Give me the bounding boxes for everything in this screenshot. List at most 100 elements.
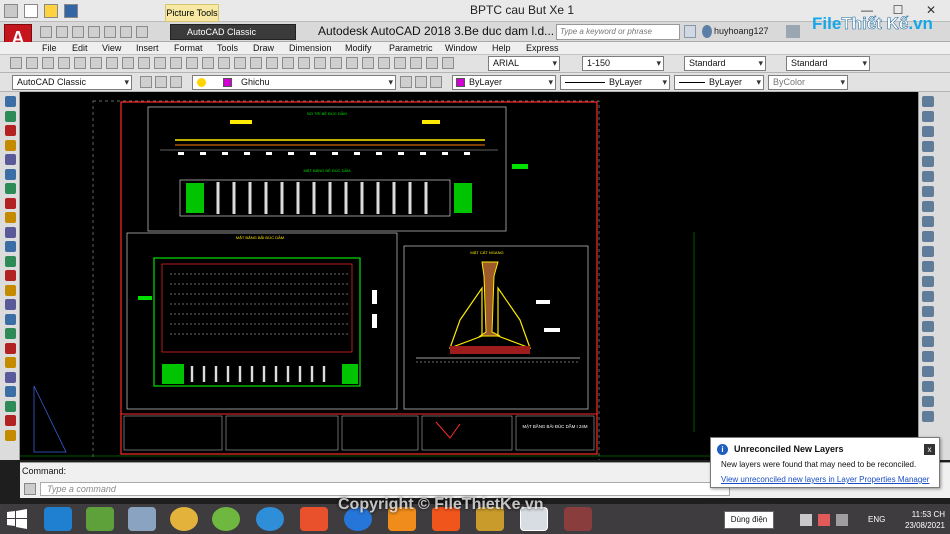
workspace-combo[interactable]: AutoCAD Classic	[12, 75, 132, 90]
toolbar-button-icon[interactable]	[186, 57, 198, 69]
draw-tool-icon[interactable]	[5, 255, 16, 267]
modify-tool-icon[interactable]	[922, 261, 934, 272]
tray-network-icon[interactable]	[800, 514, 812, 526]
draw-tool-icon[interactable]	[5, 168, 16, 180]
layer-select[interactable]: Ghichu	[192, 75, 396, 90]
tray-speaker-icon[interactable]	[836, 514, 848, 526]
toolbar-button-icon[interactable]	[394, 57, 406, 69]
draw-tool-icon[interactable]	[5, 342, 16, 354]
toolbar-button-icon[interactable]	[170, 57, 182, 69]
draw-tool-icon[interactable]	[5, 400, 16, 412]
foxit-icon[interactable]	[300, 507, 328, 531]
drawing-canvas[interactable]: BỐ TRÍ BỆ ĐÚC DẦM MẶT BẰNG BỆ ĐÚC DẦM MẶ…	[20, 92, 918, 464]
toolbar-button-icon[interactable]	[202, 57, 214, 69]
draw-tool-icon[interactable]	[5, 226, 16, 238]
search-icon[interactable]	[684, 25, 696, 38]
user-name[interactable]: huyhoang127	[714, 26, 769, 36]
toolbar-button-icon[interactable]	[330, 57, 342, 69]
new-icon[interactable]	[40, 26, 52, 38]
toolbar-button-icon[interactable]	[282, 57, 294, 69]
draw-tool-icon[interactable]	[5, 429, 16, 441]
draw-tool-icon[interactable]	[5, 125, 16, 136]
ie-icon[interactable]	[44, 507, 72, 531]
toolbar-button-icon[interactable]	[138, 57, 150, 69]
modify-tool-icon[interactable]	[922, 351, 934, 362]
text-style-select[interactable]: ARIAL	[488, 56, 560, 71]
new-file-icon[interactable]	[24, 4, 38, 18]
notification-link[interactable]: View unreconciled new layers in Layer Pr…	[721, 475, 929, 484]
toolbar-button-icon[interactable]	[58, 57, 70, 69]
menu-dimension[interactable]: Dimension	[289, 42, 332, 55]
draw-tool-icon[interactable]	[5, 154, 16, 165]
toolbar-button-icon[interactable]	[122, 57, 134, 69]
menu-draw[interactable]: Draw	[253, 42, 274, 55]
linetype-select[interactable]: ByLayer	[560, 75, 670, 90]
menu-file[interactable]: File	[42, 42, 57, 55]
modify-tool-icon[interactable]	[922, 156, 934, 167]
draw-tool-icon[interactable]	[5, 96, 16, 107]
teamviewer-icon[interactable]	[256, 507, 284, 531]
toolbar-button-icon[interactable]	[410, 57, 422, 69]
notification-close-button[interactable]: x	[924, 444, 935, 455]
tray-date[interactable]: 23/08/2021	[897, 521, 945, 530]
toolbar-button-icon[interactable]	[90, 57, 102, 69]
annotation-scale-select[interactable]: 1-150	[582, 56, 664, 71]
toolbar-button-icon[interactable]	[218, 57, 230, 69]
make-current-icon[interactable]	[400, 76, 412, 88]
cart-icon[interactable]	[786, 25, 800, 38]
modify-tool-icon[interactable]	[922, 396, 934, 407]
dimension-style-select[interactable]: Standard	[684, 56, 766, 71]
toolbar-button-icon[interactable]	[266, 57, 278, 69]
quick-access-icon[interactable]	[4, 4, 18, 18]
toolbar-button-icon[interactable]	[154, 57, 166, 69]
menu-format[interactable]: Format	[174, 42, 203, 55]
draw-tool-icon[interactable]	[5, 415, 16, 426]
toolbar-button-icon[interactable]	[10, 57, 22, 69]
menu-tools[interactable]: Tools	[217, 42, 238, 55]
save-icon[interactable]	[64, 4, 78, 18]
draw-tool-icon[interactable]	[5, 270, 16, 281]
toolbar-button-icon[interactable]	[106, 57, 118, 69]
draw-tool-icon[interactable]	[5, 328, 16, 339]
coccoc-icon[interactable]	[212, 507, 240, 531]
layer-state-icon[interactable]	[155, 76, 167, 88]
toolbar-button-icon[interactable]	[314, 57, 326, 69]
modify-tool-icon[interactable]	[922, 306, 934, 317]
menu-edit[interactable]: Edit	[72, 42, 88, 55]
command-history-icon[interactable]	[24, 483, 36, 495]
open-folder-icon[interactable]	[44, 4, 58, 18]
modify-tool-icon[interactable]	[922, 381, 934, 392]
toolbar-button-icon[interactable]	[234, 57, 246, 69]
modify-tool-icon[interactable]	[922, 291, 934, 302]
menu-insert[interactable]: Insert	[136, 42, 159, 55]
draw-tool-icon[interactable]	[5, 183, 16, 194]
toolbar-button-icon[interactable]	[426, 57, 438, 69]
color-select[interactable]: ByLayer	[452, 75, 556, 90]
draw-tool-icon[interactable]	[5, 313, 16, 325]
draw-tool-icon[interactable]	[5, 299, 16, 310]
modify-tool-icon[interactable]	[922, 231, 934, 242]
draw-tool-icon[interactable]	[5, 241, 16, 252]
menu-parametric[interactable]: Parametric	[389, 42, 433, 55]
save-icon[interactable]	[72, 26, 84, 38]
search-input[interactable]: Type a keyword or phrase	[556, 24, 680, 40]
modify-tool-icon[interactable]	[922, 141, 934, 152]
menu-express[interactable]: Express	[526, 42, 559, 55]
modify-tool-icon[interactable]	[922, 336, 934, 347]
draw-tool-icon[interactable]	[5, 212, 16, 223]
draw-tool-icon[interactable]	[5, 386, 16, 397]
layer-match-icon[interactable]	[415, 76, 427, 88]
modify-tool-icon[interactable]	[922, 126, 934, 137]
modify-tool-icon[interactable]	[922, 366, 934, 377]
command-input[interactable]: Type a command	[40, 482, 730, 496]
workspace-select[interactable]: AutoCAD Classic	[170, 24, 296, 40]
draw-tool-icon[interactable]	[5, 139, 16, 151]
plot-icon[interactable]	[104, 26, 116, 38]
tray-time[interactable]: 11:53 CH	[897, 510, 945, 519]
draw-tool-icon[interactable]	[5, 284, 16, 296]
picture-tools-tab[interactable]: Picture Tools	[165, 4, 219, 22]
draw-tool-icon[interactable]	[5, 357, 16, 368]
toolbar-button-icon[interactable]	[26, 57, 38, 69]
plotstyle-select[interactable]: ByColor	[768, 75, 848, 90]
modify-tool-icon[interactable]	[922, 216, 934, 227]
